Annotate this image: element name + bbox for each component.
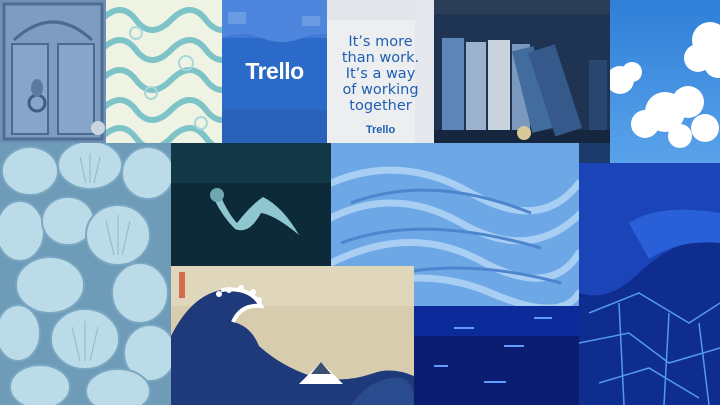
quote-line: of working bbox=[342, 82, 419, 98]
quote-line: It’s more bbox=[348, 34, 413, 50]
seashells-photo bbox=[0, 143, 171, 405]
trello-wordmark: Trello bbox=[245, 58, 304, 84]
books-photo bbox=[434, 0, 610, 143]
great-wave-print bbox=[171, 266, 414, 405]
deep-blue-water-photo bbox=[414, 306, 579, 405]
night-coastline-photo bbox=[579, 163, 720, 405]
door-photo bbox=[0, 0, 106, 143]
quote-line: together bbox=[349, 98, 412, 114]
wave-pattern-photo bbox=[106, 0, 222, 143]
quote-line: than work. bbox=[341, 50, 420, 66]
mermaid-underwater-photo bbox=[171, 143, 331, 266]
sky-clouds-photo bbox=[610, 0, 720, 163]
trello-board-tile: Trello bbox=[222, 0, 327, 143]
quote-text: It’s more than work. It’s a way of worki… bbox=[333, 34, 428, 114]
quote-card: It’s more than work. It’s a way of worki… bbox=[327, 0, 434, 143]
quote-line: It’s a way bbox=[345, 66, 416, 82]
card-logo: Trello bbox=[365, 124, 396, 136]
